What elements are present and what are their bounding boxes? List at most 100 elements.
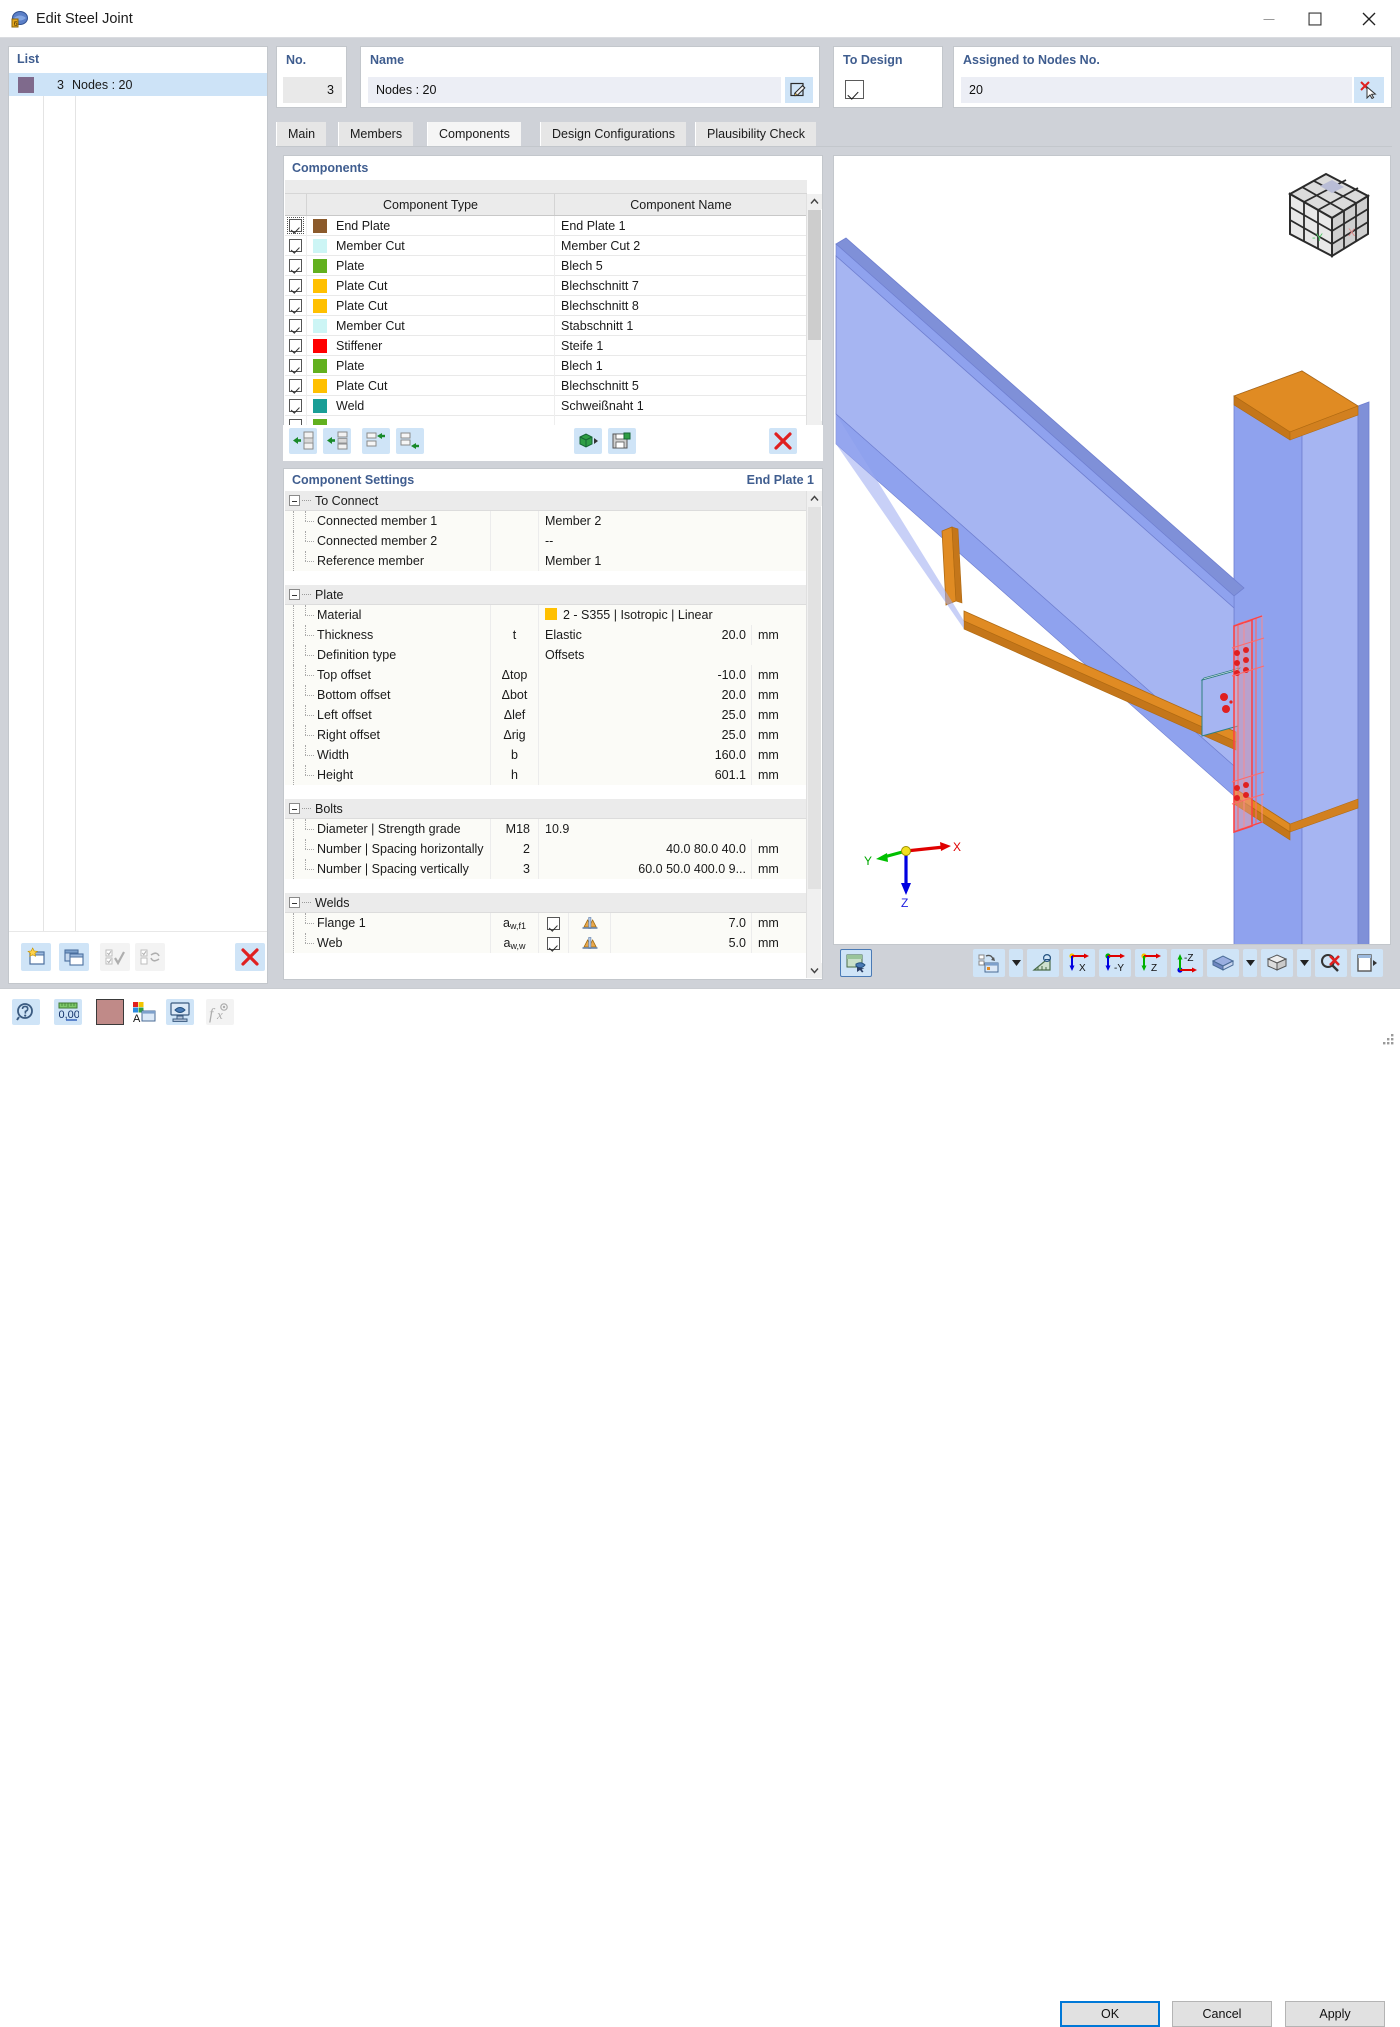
settings-group-header[interactable]: Welds [285, 893, 807, 913]
to-design-checkbox[interactable] [845, 80, 864, 99]
settings-row-value[interactable]: 5.0 [611, 933, 751, 953]
settings-group-header[interactable]: Plate [285, 585, 807, 605]
component-enabled-checkbox[interactable] [289, 259, 302, 272]
component-enabled-checkbox[interactable] [289, 299, 302, 312]
weld-enabled-checkbox[interactable] [547, 936, 560, 950]
settings-row-value[interactable]: 60.0 50.0 400.0 9... [539, 859, 751, 879]
settings-row[interactable]: Height h 601.1 mm [285, 765, 807, 785]
table-row[interactable]: Stiffener Steife 1 [285, 335, 807, 356]
settings-row[interactable]: Width b 160.0 mm [285, 745, 807, 765]
rename-icon[interactable] [785, 77, 813, 103]
insert-component-button[interactable] [289, 428, 317, 454]
render-mode-button[interactable] [840, 949, 872, 977]
settings-row[interactable]: Number | Spacing vertically 3 60.0 50.0 40… [285, 859, 807, 879]
tab-members[interactable]: Members [338, 122, 414, 146]
settings-row-value[interactable]: 25.0 [539, 725, 751, 745]
table-row[interactable]: Plate Cut Blechschnitt 5 [285, 375, 807, 396]
component-name-cell[interactable]: End Plate 1 [555, 216, 807, 236]
display-properties-button[interactable] [166, 999, 194, 1025]
row-checkbox-cell[interactable] [285, 295, 307, 316]
settings-row-value[interactable]: 20.0 [539, 685, 751, 705]
settings-group-header[interactable]: To Connect [285, 491, 807, 511]
weld-enabled-cell[interactable] [539, 933, 569, 953]
print-view-button[interactable] [1351, 949, 1383, 977]
view-cube-dropdown[interactable] [1297, 949, 1311, 977]
component-enabled-checkbox[interactable] [289, 379, 302, 392]
close-icon[interactable] [1346, 0, 1392, 38]
collapse-icon[interactable] [289, 495, 300, 506]
settings-row-value[interactable]: 7.0 [611, 913, 751, 933]
settings-row-value[interactable]: -- [539, 531, 751, 551]
delete-component-button[interactable] [769, 428, 797, 454]
weld-enabled-checkbox[interactable] [547, 916, 560, 930]
row-checkbox-cell[interactable] [285, 255, 307, 276]
render-style-button[interactable] [1207, 949, 1239, 977]
row-checkbox-cell[interactable] [285, 216, 307, 236]
render-style-dropdown[interactable] [1243, 949, 1257, 977]
pick-nodes-icon[interactable] [1354, 77, 1384, 103]
settings-row[interactable]: Connected member 2 -- [285, 531, 807, 551]
settings-row-value[interactable]: Member 1 [539, 551, 751, 571]
component-enabled-checkbox[interactable] [289, 239, 302, 252]
row-checkbox-cell[interactable] [285, 395, 307, 416]
table-row[interactable]: Plate Blech 5 [285, 255, 807, 276]
settings-scroll-thumb[interactable] [808, 507, 821, 889]
components-header-type[interactable]: Component Type [307, 194, 555, 215]
settings-row-value[interactable]: -10.0 [539, 665, 751, 685]
apply-button[interactable]: Apply [1285, 2001, 1385, 2027]
settings-row-value[interactable]: 25.0 [539, 705, 751, 725]
view-in-negative-z-button[interactable]: -Z [1171, 949, 1203, 977]
row-checkbox-cell[interactable] [285, 355, 307, 376]
component-name-cell[interactable]: Blechschnitt 7 [555, 276, 807, 296]
settings-row-value[interactable]: 601.1 [539, 765, 751, 785]
tab-design-configurations[interactable]: Design Configurations [540, 122, 686, 146]
settings-scroll-up-icon[interactable] [807, 491, 822, 506]
display-properties-dropdown[interactable] [1009, 949, 1023, 977]
table-row[interactable]: Weld Schweißnaht 1 [285, 395, 807, 416]
table-row[interactable]: Member Cut Stabschnitt 1 [285, 315, 807, 336]
new-joint-button[interactable] [21, 943, 51, 971]
collapse-icon[interactable] [289, 897, 300, 908]
settings-row[interactable]: Top offset Δtop -10.0 mm [285, 665, 807, 685]
ok-button[interactable]: OK [1060, 2001, 1160, 2027]
zoom-reset-button[interactable] [1315, 949, 1347, 977]
tab-plausibility-check[interactable]: Plausibility Check [695, 122, 816, 146]
component-name-cell[interactable]: Schweißnaht 1 [555, 396, 807, 416]
delete-joint-button[interactable] [235, 943, 265, 971]
component-name-cell[interactable]: Steife 1 [555, 336, 807, 356]
cancel-button[interactable]: Cancel [1172, 2001, 1272, 2027]
view-cube-button[interactable] [1261, 949, 1293, 977]
settings-scroll-down-icon[interactable] [807, 963, 822, 978]
settings-row[interactable]: Web aw,w 5.0 mm [285, 933, 807, 953]
display-properties-button[interactable] [973, 949, 1005, 977]
select-all-button[interactable] [100, 943, 130, 971]
tab-main[interactable]: Main [276, 122, 327, 146]
settings-scrollbar[interactable] [806, 491, 822, 978]
component-enabled-checkbox[interactable] [287, 217, 304, 234]
settings-row[interactable]: Definition type Offsets [285, 645, 807, 665]
settings-row[interactable]: Thickness t 20.0 mm [285, 625, 807, 645]
view-in-z-button[interactable]: Z [1135, 949, 1167, 977]
settings-row-value[interactable]: 40.0 80.0 40.0 [539, 839, 751, 859]
settings-row[interactable]: Material 2 - S355 | Isotropic | Linear El… [285, 605, 807, 642]
help-button[interactable] [12, 999, 40, 1025]
row-checkbox-cell[interactable] [285, 315, 307, 336]
settings-row-value[interactable]: 10.9 [539, 819, 751, 839]
table-row[interactable]: Plate Cut Blechschnitt 7 [285, 275, 807, 296]
components-scroll-thumb[interactable] [808, 210, 821, 340]
fillet-weld-icon[interactable] [569, 933, 611, 953]
assigned-nodes-input[interactable]: 20 [961, 77, 1352, 103]
table-row[interactable]: End Plate End Plate 1 [285, 216, 807, 236]
save-component-template-button[interactable] [608, 428, 636, 454]
settings-row-value[interactable]: 2 - S355 | Isotropic | Linear Elastic [539, 605, 751, 642]
scroll-up-icon[interactable] [807, 194, 822, 209]
component-name-cell[interactable]: Blechschnitt 8 [555, 296, 807, 316]
settings-row-value[interactable]: 160.0 [539, 745, 751, 765]
move-component-up-button[interactable] [362, 428, 390, 454]
table-row[interactable]: Plate Blech 1 [285, 355, 807, 376]
component-enabled-checkbox[interactable] [289, 339, 302, 352]
settings-row[interactable]: Bottom offset Δbot 20.0 mm [285, 685, 807, 705]
formula-button[interactable]: f x [206, 999, 234, 1025]
settings-row[interactable]: Left offset Δlef 25.0 mm [285, 705, 807, 725]
components-scrollbar[interactable] [806, 194, 822, 436]
